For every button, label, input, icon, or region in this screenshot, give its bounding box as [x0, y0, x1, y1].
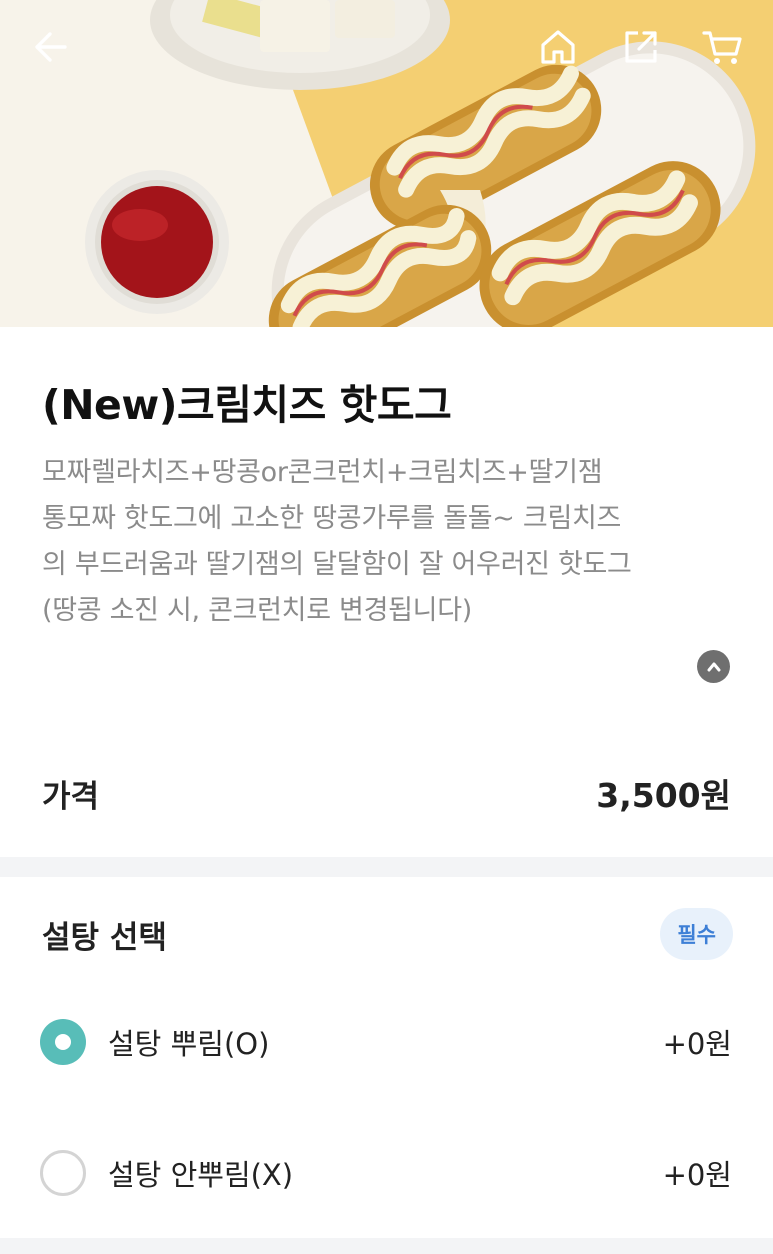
product-description: 모짜렐라치즈+땅콩or콘크런치+크림치즈+딸기잼 통모짜 핫도그에 고소한 땅콩…: [42, 450, 742, 634]
description-line: 모짜렐라치즈+땅콩or콘크런치+크림치즈+딸기잼: [42, 457, 603, 488]
option-left: 설탕 안뿌림(X): [40, 1150, 293, 1196]
section-divider: [0, 1238, 773, 1254]
share-icon: [625, 31, 657, 63]
option-sugar-off[interactable]: 설탕 안뿌림(X) +0원: [40, 1147, 732, 1199]
chevron-up-icon: [707, 662, 720, 671]
option-group-title: 설탕 선택: [42, 919, 167, 956]
price-value: 3,500원: [596, 776, 731, 815]
option-label: 설탕 뿌림(O): [108, 1027, 270, 1061]
share-button[interactable]: [616, 22, 666, 72]
radio-dot: [55, 1034, 71, 1050]
description-line: 통모짜 핫도그에 고소한 땅콩가루를 돌돌~ 크림치즈: [42, 503, 622, 534]
radio-selected[interactable]: [40, 1019, 86, 1065]
cart-icon: [702, 31, 742, 64]
arrow-left-icon: [35, 32, 67, 62]
home-icon: [541, 30, 575, 64]
description-line: (땅콩 소진 시, 콘크런치로 변경됩니다): [42, 595, 472, 626]
section-divider: [0, 857, 773, 877]
option-price: +0원: [662, 1027, 732, 1061]
required-badge: 필수: [660, 908, 733, 960]
option-sugar-on[interactable]: 설탕 뿌림(O) +0원: [40, 1016, 732, 1068]
product-info: (New)크림치즈 핫도그 모짜렐라치즈+땅콩or콘크런치+크림치즈+딸기잼 통…: [42, 374, 742, 634]
option-price: +0원: [662, 1158, 732, 1192]
back-button[interactable]: [26, 22, 76, 72]
product-photo: [0, 0, 773, 327]
product-title: (New)크림치즈 핫도그: [42, 381, 452, 429]
collapse-description-button[interactable]: [697, 650, 730, 683]
option-label: 설탕 안뿌림(X): [108, 1158, 294, 1192]
home-button[interactable]: [533, 22, 583, 72]
option-group-header: 설탕 선택 필수: [42, 908, 733, 960]
option-left: 설탕 뿌림(O): [40, 1019, 269, 1065]
radio-unselected[interactable]: [40, 1150, 86, 1196]
price-row: 가격 3,500원: [42, 768, 731, 818]
price-label: 가격: [42, 778, 100, 815]
cart-button[interactable]: [697, 22, 747, 72]
description-line: 의 부드러움과 딸기잼의 달달함이 잘 어우러진 핫도그: [42, 549, 632, 580]
